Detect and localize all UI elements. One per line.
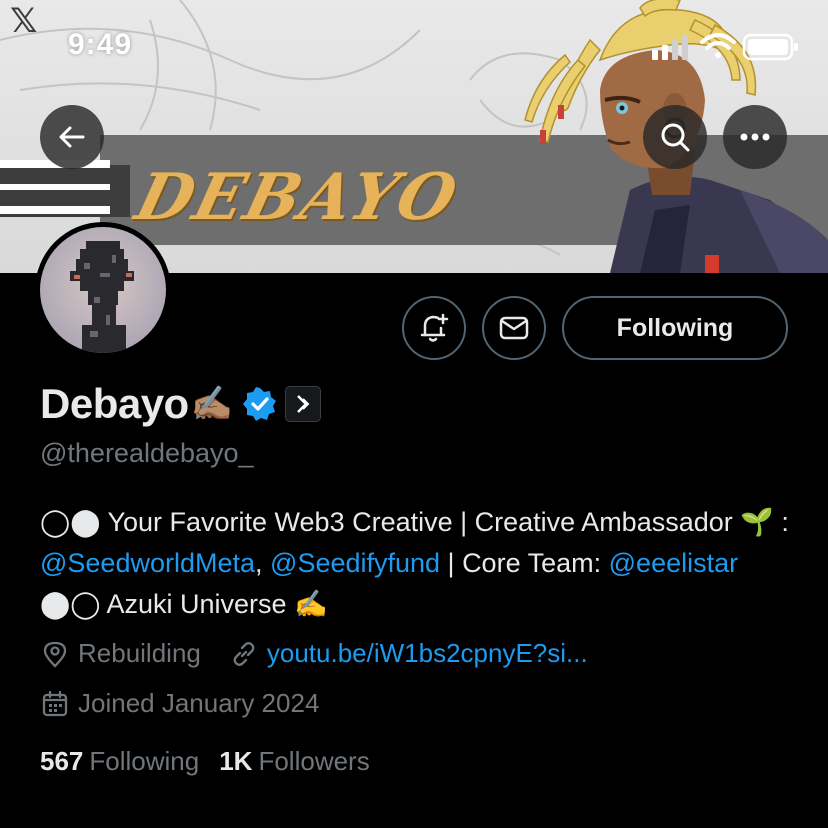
following-button[interactable]: Following <box>562 296 788 360</box>
avatar[interactable] <box>35 222 171 358</box>
tab-peek[interactable]: ▬▬▬ <box>40 821 124 828</box>
location-text: Rebuilding <box>78 638 201 668</box>
profile-meta-row: Rebuilding youtu.be/iW1bs2cpnyE?si... <box>40 638 588 669</box>
name-emoji: ✍🏽 <box>190 385 234 423</box>
profile-screen: DEBAYO 𝕏 9:49 Following Debayo ✍🏽 @there… <box>0 0 828 828</box>
name-row: Debayo ✍🏽 <box>40 378 322 430</box>
affiliation-badge[interactable] <box>285 386 322 422</box>
tab-peek[interactable]: ▬▬▬ <box>348 821 432 828</box>
envelope-icon <box>499 316 529 340</box>
bio-text: ⬤◯ Azuki Universe ✍️ <box>40 589 328 619</box>
follow-stats: 567 Following 1K Followers <box>40 746 390 777</box>
followers-link[interactable]: Followers <box>258 746 369 777</box>
followers-count[interactable]: 1K <box>219 746 252 777</box>
notifications-button[interactable] <box>402 296 466 360</box>
following-link[interactable]: Following <box>89 746 199 777</box>
display-name: Debayo <box>40 380 189 427</box>
location-pin-icon <box>43 641 67 668</box>
wifi-icon <box>700 33 736 58</box>
back-button[interactable] <box>40 105 104 169</box>
message-button[interactable] <box>482 296 546 360</box>
bell-plus-icon <box>420 313 449 342</box>
banner-stripes <box>0 160 110 214</box>
x-logo-icon: 𝕏 <box>10 1 38 41</box>
more-horizontal-icon <box>740 133 770 141</box>
profile-handle: @therealdebayo_ <box>40 438 254 468</box>
banner-title: DEBAYO <box>128 160 466 235</box>
more-button[interactable] <box>723 105 787 169</box>
status-time: 9:49 <box>68 28 133 61</box>
link-icon <box>233 641 255 666</box>
battery-icon <box>742 33 798 61</box>
avatar-image <box>40 227 166 353</box>
signal-icon <box>652 35 688 60</box>
arrow-left-icon <box>59 126 85 148</box>
tab-peek[interactable]: ▬▬▬ <box>502 821 586 828</box>
profile-meta-row: Joined January 2024 <box>40 688 319 719</box>
following-count[interactable]: 567 <box>40 746 83 777</box>
joined-date: Joined January 2024 <box>78 688 320 718</box>
affiliation-logo-icon <box>297 395 310 413</box>
profile-tabs-peek: ▬▬▬ ▬▬▬ ▬▬▬ ▬▬▬ <box>0 815 828 828</box>
bio-text: | Core Team: <box>440 548 609 578</box>
profile-link[interactable]: youtu.be/iW1bs2cpnyE?si... <box>267 638 588 669</box>
profile-bio: ◯⬤ Your Favorite Web3 Creative | Creativ… <box>40 502 800 625</box>
calendar-icon <box>42 690 68 716</box>
tab-peek[interactable]: ▬▬▬ <box>194 821 278 828</box>
bio-mention-seedifyfund[interactable]: @Seedifyfund <box>270 548 440 578</box>
search-button[interactable] <box>643 105 707 169</box>
bio-mention-seedworldmeta[interactable]: @SeedworldMeta <box>40 548 255 578</box>
bio-text: ◯⬤ Your Favorite Web3 Creative | Creativ… <box>40 507 789 537</box>
bio-text: , <box>255 548 271 578</box>
status-icons <box>652 33 798 61</box>
search-icon <box>661 123 690 152</box>
verified-badge-icon[interactable] <box>243 387 277 421</box>
bio-mention-eeelistar[interactable]: @eeelistar <box>609 548 738 578</box>
